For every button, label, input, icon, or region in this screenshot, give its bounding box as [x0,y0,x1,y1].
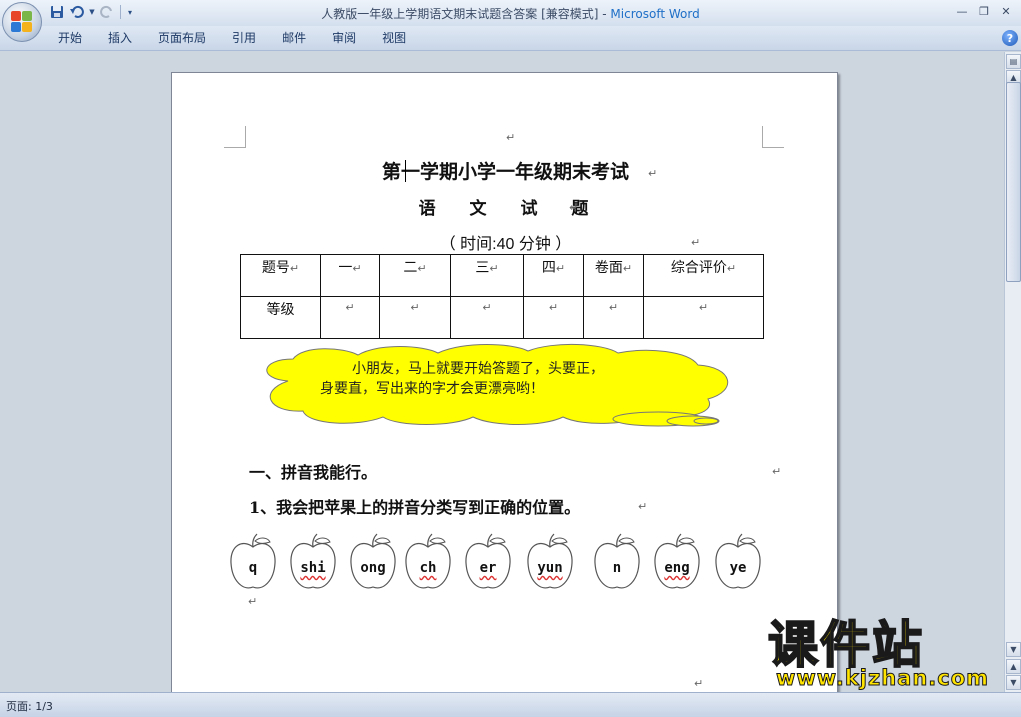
apple-item: n [592,533,642,593]
apple-item: eng [652,533,702,593]
paragraph-mark: ↵ [248,595,258,608]
document-page[interactable]: ↵ 第一学期小学一年级期末考试 ↵ 语 文 试 题 ↵ （ 时间:40 分钟 ）… [171,72,838,692]
section-heading: 一、拼音我能行。 [249,463,378,482]
paragraph-mark: ↵ [506,131,516,144]
apple-pinyin: ye [729,560,747,576]
app-name: Microsoft Word [610,7,700,21]
text-cursor [405,160,406,182]
scrollbar-thumb[interactable] [1006,82,1021,282]
table-cell[interactable]: ↵ [379,296,451,339]
table-cell[interactable]: ↵ [523,296,584,339]
document-title: 第一学期小学一年级期末考试 [381,161,629,183]
ribbon: 开始 插入 页面布局 引用 邮件 审阅 视图 ? [0,26,1021,51]
table-cell[interactable]: 二↵ [379,254,451,297]
page-indicator[interactable]: 页面: 1/3 [6,698,53,714]
tab-insert[interactable]: 插入 [95,30,145,47]
apple-item: shi [288,533,338,593]
paragraph-mark: ↵ [648,167,658,180]
tab-mailings[interactable]: 邮件 [269,30,319,47]
paragraph-mark: ↵ [691,236,701,249]
apple-item: ye [713,533,763,593]
exam-time: （ 时间:40 分钟 ） [439,236,572,253]
tab-view[interactable]: 视图 [369,30,419,47]
apple-pinyin: ong [360,560,386,576]
table-cell[interactable]: 三↵ [450,254,524,297]
watermark: 课件站 www.kjzhan.com [767,616,1008,694]
table-cell[interactable]: ↵ [643,296,764,339]
table-cell[interactable]: 等级 [240,296,321,339]
status-bar: 页面: 1/3 [0,692,1021,717]
paragraph-mark: ↵ [772,465,782,478]
tab-page-layout[interactable]: 页面布局 [145,30,219,47]
ruler-toggle-icon[interactable]: ▤ [1006,54,1021,69]
score-table: 题号↵ 一↵ 二↵ 三↵ 四↵ 卷面↵ 综合评价↵ 等级 ↵ ↵ ↵ ↵ ↵ ↵ [240,254,764,339]
paragraph-mark: ↵ [638,500,648,513]
cloud-text-line: 身要直，写出来的字才会更漂亮哟！ [320,381,544,397]
window-title: 人教版一年级上学期语文期末试题含答案 [兼容模式] - Microsoft Wo… [0,5,1021,22]
apple-item: ong [348,533,398,593]
apple-pinyin: yun [537,560,563,576]
apple-pinyin: shi [300,560,326,576]
apple-pinyin: q [248,560,258,576]
apple-item: q [228,533,278,593]
apple-pinyin: er [479,560,497,576]
tab-home[interactable]: 开始 [45,30,95,47]
paragraph-mark: ↵ [569,201,579,214]
apple-pinyin: ch [419,560,437,576]
document-workspace: ↵ 第一学期小学一年级期末考试 ↵ 语 文 试 题 ↵ （ 时间:40 分钟 ）… [0,52,1004,692]
margin-corner-top-right [762,126,784,148]
scroll-down-button[interactable]: ▼ [1006,642,1021,657]
cloud-text: 小朋友，马上就要开始答题了，头要正， 身要直，写出来的字才会更漂亮哟！ [320,359,660,399]
table-cell[interactable]: ↵ [320,296,380,339]
next-page-button[interactable]: ▼ [1006,675,1021,690]
document-subtitle: 语 文 试 题 [418,199,603,219]
document-name: 人教版一年级上学期语文期末试题含答案 [兼容模式] - [321,7,611,21]
ribbon-tabs: 开始 插入 页面布局 引用 邮件 审阅 视图 [45,30,419,47]
table-row: 等级 ↵ ↵ ↵ ↵ ↵ ↵ [240,296,764,339]
cloud-text-line: 小朋友，马上就要开始答题了，头要正， [352,361,604,377]
previous-page-button[interactable]: ▲ [1006,659,1021,674]
table-cell[interactable]: 综合评价↵ [643,254,764,297]
apple-pinyin: eng [664,560,690,576]
vertical-scrollbar[interactable]: ▤ ▲ ▼ ▲ ▼ [1004,52,1021,692]
restore-button[interactable]: ❐ [973,2,995,20]
table-cell[interactable]: 卷面↵ [583,254,644,297]
minimize-button[interactable]: — [951,2,973,20]
apple-item: er [463,533,513,593]
tab-references[interactable]: 引用 [219,30,269,47]
tab-review[interactable]: 审阅 [319,30,369,47]
margin-corner-top-left [224,126,246,148]
office-button[interactable] [2,2,42,42]
table-cell[interactable]: 题号↵ [240,254,321,297]
close-button[interactable]: ✕ [995,2,1017,20]
table-cell[interactable]: ↵ [583,296,644,339]
apple-row: q shi ong ch er yun n eng ye [228,533,788,603]
watermark-logo-text: 课件站 [767,616,924,674]
table-cell[interactable]: 一↵ [320,254,380,297]
apple-pinyin: n [612,560,622,576]
table-cell[interactable]: 四↵ [523,254,584,297]
question-heading: 1、我会把苹果上的拼音分类写到正确的位置。 [249,498,581,517]
apple-item: ch [403,533,453,593]
table-row: 题号↵ 一↵ 二↵ 三↵ 四↵ 卷面↵ 综合评价↵ [240,254,764,297]
watermark-url: www.kjzhan.com [775,666,990,691]
title-bar: ▼ ▾ 人教版一年级上学期语文期末试题含答案 [兼容模式] - Microsof… [0,0,1021,26]
window-controls: — ❐ ✕ [951,2,1017,20]
table-cell[interactable]: ↵ [450,296,524,339]
paragraph-mark: ↵ [694,677,704,690]
help-icon[interactable]: ? [1002,30,1018,46]
office-logo-icon [11,11,33,33]
apple-item: yun [525,533,575,593]
